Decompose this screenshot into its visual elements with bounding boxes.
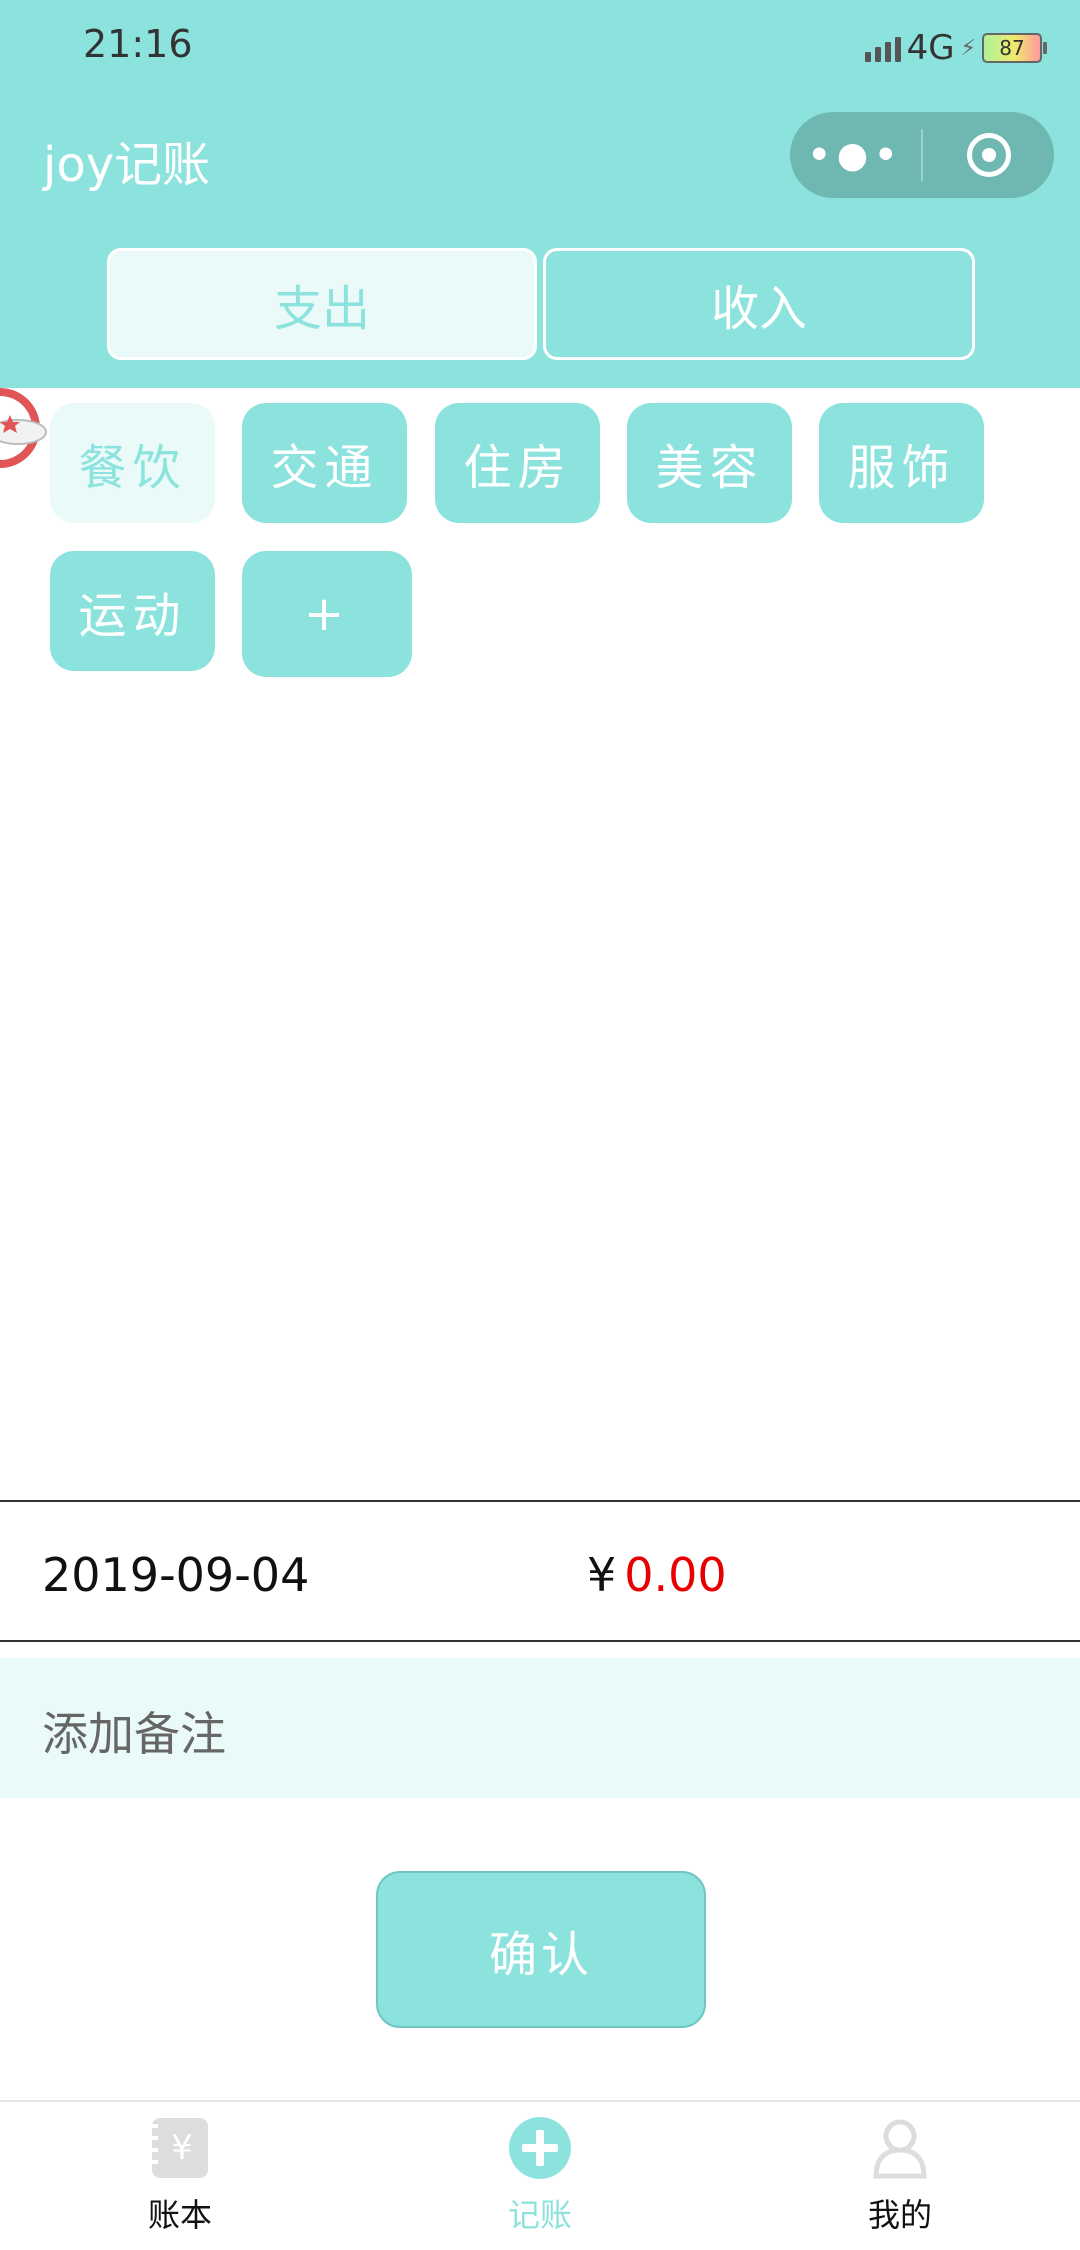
note-input[interactable]: 添加备注	[0, 1658, 1080, 1798]
mascot-sticker-icon[interactable]	[0, 360, 50, 490]
type-tabs: 支出 收入	[107, 248, 975, 360]
tab-income[interactable]: 收入	[543, 248, 975, 360]
note-placeholder: 添加备注	[42, 1707, 226, 1761]
more-button[interactable]: •●•	[790, 112, 921, 198]
add-circle-icon	[509, 2117, 571, 2179]
target-icon	[966, 133, 1011, 177]
currency-symbol: ¥	[587, 1548, 617, 1602]
tab-expense[interactable]: 支出	[107, 248, 537, 360]
category-dining[interactable]: 餐饮	[50, 403, 215, 523]
close-button[interactable]	[923, 112, 1054, 198]
tabbar-item-mine[interactable]: 我的	[800, 2116, 1000, 2236]
bottom-tabbar: ¥ 账本 记账 我的	[0, 2100, 1080, 2250]
tabbar-label-mine: 我的	[867, 2196, 932, 2234]
add-category-button[interactable]: +	[242, 551, 412, 677]
confirm-button[interactable]: 确认	[376, 1871, 706, 2028]
battery-level: 87	[999, 36, 1025, 60]
user-icon	[873, 2119, 927, 2179]
status-indicators: 4G ⚡ 87	[864, 28, 1047, 68]
charging-icon: ⚡	[960, 35, 976, 61]
category-beauty[interactable]: 美容	[627, 403, 792, 523]
category-housing[interactable]: 住房	[435, 403, 600, 523]
signal-icon	[864, 34, 901, 62]
tabbar-item-ledger[interactable]: ¥ 账本	[80, 2116, 280, 2236]
tabbar-item-record[interactable]: 记账	[440, 2116, 640, 2236]
svg-text:¥: ¥	[171, 2128, 193, 2168]
battery-icon: 87	[982, 33, 1047, 63]
divider-bottom	[0, 1640, 1080, 1642]
status-time: 21:16	[83, 22, 193, 66]
tabbar-label-ledger: 账本	[147, 2196, 212, 2234]
app-title: joy记账	[43, 137, 211, 193]
date-picker[interactable]: 2019-09-04	[42, 1548, 309, 1602]
amount-value: 0.00	[624, 1548, 727, 1602]
amount-input[interactable]: ¥0.00	[587, 1548, 727, 1602]
header: 21:16 4G ⚡ 87 joy记账 •●• 支出 收入	[0, 0, 1080, 388]
category-transport[interactable]: 交通	[242, 403, 407, 523]
more-dots-icon: •●•	[807, 134, 904, 176]
tabbar-label-record: 记账	[507, 2196, 572, 2234]
category-sports[interactable]: 运动	[50, 551, 215, 671]
category-clothing[interactable]: 服饰	[819, 403, 984, 523]
divider-top	[0, 1500, 1080, 1502]
network-type: 4G	[906, 28, 955, 68]
ledger-icon: ¥	[152, 2118, 208, 2178]
mini-program-capsule: •●•	[790, 112, 1054, 198]
